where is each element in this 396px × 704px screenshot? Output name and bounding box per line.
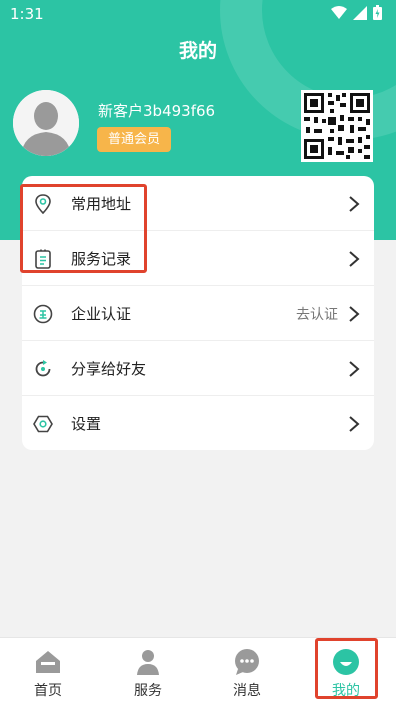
chevron-right-icon: [349, 416, 360, 432]
menu-item-address[interactable]: 常用地址: [22, 176, 374, 231]
status-bar: 1:31: [0, 0, 396, 28]
qr-code-graphic: [301, 90, 373, 162]
menu-item-enterprise-certification[interactable]: 企业认证 去认证: [22, 286, 374, 341]
menu-item-settings[interactable]: 设置: [22, 396, 374, 451]
tab-label: 消息: [233, 683, 261, 699]
bottom-tab-bar: 首页 服务 消息 我的: [0, 637, 396, 704]
tab-label: 我的: [332, 683, 360, 699]
chevron-right-icon: [349, 361, 360, 377]
status-icons: [331, 5, 382, 20]
menu-card: 常用地址 服务记录 企业认证 去认证 分享给好友 设置: [22, 176, 374, 450]
settings-hexagon-icon: [33, 415, 53, 433]
signal-icon: [353, 5, 367, 20]
tab-label: 首页: [34, 683, 62, 699]
chevron-right-icon: [349, 251, 360, 267]
menu-item-label: 服务记录: [71, 250, 132, 268]
avatar[interactable]: [13, 90, 79, 156]
enterprise-badge-icon: [33, 304, 53, 324]
username: 新客户3b493f66: [98, 102, 216, 120]
qr-code-icon[interactable]: [301, 90, 373, 162]
tab-service[interactable]: 服务: [108, 638, 188, 704]
tab-label: 服务: [134, 683, 162, 699]
location-pin-icon: [35, 194, 51, 215]
chevron-right-icon: [349, 306, 360, 322]
chevron-right-icon: [349, 196, 360, 212]
wifi-icon: [331, 5, 347, 19]
battery-icon: [373, 5, 382, 20]
menu-item-share[interactable]: 分享给好友: [22, 341, 374, 396]
menu-item-service-records[interactable]: 服务记录: [22, 231, 374, 286]
home-icon: [36, 651, 60, 673]
profile-icon: [333, 649, 359, 675]
menu-item-label: 设置: [71, 415, 102, 433]
share-refresh-icon: [35, 360, 51, 377]
message-icon: [235, 649, 259, 675]
page-title: 我的: [178, 40, 217, 62]
default-avatar-icon: [13, 90, 79, 156]
status-time: 1:31: [10, 5, 44, 23]
menu-item-label: 分享给好友: [71, 360, 147, 378]
menu-item-label: 常用地址: [71, 195, 132, 213]
member-level-badge: 普通会员: [97, 127, 172, 152]
tab-messages[interactable]: 消息: [207, 638, 287, 704]
person-icon: [137, 650, 159, 675]
tab-home[interactable]: 首页: [8, 638, 88, 704]
menu-item-label: 企业认证: [71, 305, 132, 323]
menu-item-value: 去认证: [296, 306, 338, 323]
clipboard-list-icon: [35, 249, 51, 269]
tab-profile[interactable]: 我的: [306, 638, 386, 704]
